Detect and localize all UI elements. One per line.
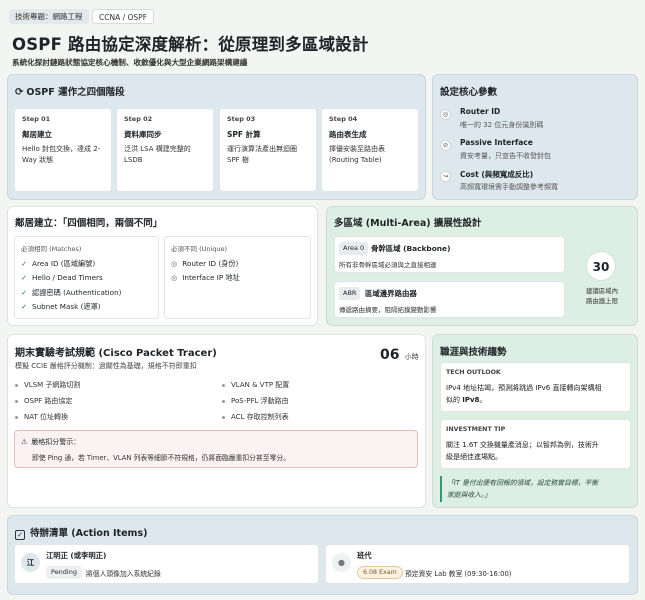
- refresh-icon: ⟳: [15, 87, 24, 98]
- step-desc: 擇優安裝至路由表 (Routing Table): [329, 145, 385, 164]
- step-label: Step 04: [329, 115, 358, 123]
- step-card: Step 04 路由表生成 擇優安裝至路由表 (Routing Table): [321, 108, 419, 192]
- phases-heading: ⟳ OSPF 運作之四個階段: [15, 87, 125, 98]
- param-title: Cost (與頻寬成反比): [460, 170, 534, 179]
- tip-title: INVESTMENT TIP: [446, 426, 506, 433]
- circle-dot-icon: ◎: [171, 259, 178, 268]
- warning-title: ⚠ 嚴格扣分警示：: [21, 438, 81, 446]
- step-name: 路由表生成: [329, 130, 367, 139]
- check-icon: ✓: [21, 259, 28, 268]
- exam-item: NAT 位址轉換: [15, 412, 68, 422]
- quote-text: 「IT 是付出便有回報的領域，設定務實目標，平衡 家庭與收入。」: [447, 479, 599, 499]
- param-title: Router ID: [460, 107, 501, 116]
- target-icon: ◎: [440, 109, 451, 120]
- exam-item: ACL 存取控制列表: [222, 412, 289, 422]
- area0-desc: 所有非骨幹區域必須與之直接相連: [339, 261, 437, 269]
- router-limit-label: 建議區域內 路由器上限: [586, 287, 618, 305]
- tip-text: 關注 1.6T 交換機量產消息；以智邦為例，技術升 級是絕佳進場點。: [446, 441, 599, 461]
- action-desc: 將個人頭像加入系統紀錄: [86, 570, 161, 578]
- step-name: SPF 計算: [227, 130, 261, 139]
- check-icon: ✓: [21, 302, 28, 311]
- router-limit-badge: 30: [586, 251, 616, 281]
- abr-title: 區域邊界路由器: [365, 289, 417, 298]
- actions-heading: ✓ 待辦清單 (Action Items): [15, 525, 147, 540]
- exam-item: VLSM 子網路切割: [15, 380, 80, 390]
- multi-area-heading: 多區域 (Multi-Area) 擴展性設計: [334, 218, 482, 229]
- block-icon: ⊘: [440, 140, 451, 151]
- exam-heading: 期末實驗考試規範 (Cisco Packet Tracer): [15, 348, 217, 359]
- action-desc: 預定資安 Lab 教室 (09:30-16:00): [405, 570, 512, 578]
- exam-subheading: 模擬 CCIE 嚴格評分機制：過關性為基礎，規格不符即重扣: [15, 362, 197, 370]
- exam-item: OSPF 路由協定: [15, 396, 72, 406]
- status-badge: Pending: [46, 566, 82, 579]
- exam-item: PoS-PFL 浮動路由: [222, 396, 289, 406]
- match-item: ✓ Hello / Dead Timers: [21, 273, 103, 282]
- circle-dot-icon: ◎: [171, 273, 178, 282]
- quote-bar: [440, 476, 442, 502]
- unique-title: 必須不同 (Unique): [171, 245, 228, 253]
- step-card: Step 02 資料庫同步 泛洪 LSA 構建完整的 LSDB: [116, 108, 214, 192]
- area0-title: 骨幹區域 (Backbone): [371, 244, 451, 253]
- outlook-title: TECH OUTLOOK: [446, 369, 501, 376]
- warning-text: 即使 Ping 通，若 Timer、VLAN 列表等細節不符規格，仍將面臨嚴重扣…: [32, 454, 290, 462]
- param-desc: 高頻寬環境需手動調整參考頻寬: [460, 183, 558, 191]
- match-item: ✓ Subnet Mask (遮罩): [21, 302, 101, 311]
- param-desc: 資安考量，只宣告不收發封包: [460, 152, 551, 160]
- action-name: 江明正 (或李明正): [46, 551, 107, 560]
- match-item: ✓ Area ID (區域編號): [21, 259, 96, 268]
- page-subtitle: 系統化探討鏈路狀態協定核心機制、收斂優化與大型企業網路架構建議: [12, 58, 248, 67]
- avatar: 江: [21, 553, 40, 572]
- warning-box: [14, 430, 418, 468]
- checkbox-icon: ✓: [15, 530, 25, 540]
- match-item: ✓ 認證密碼 (Authentication): [21, 288, 122, 297]
- career-heading: 職涯與技術趨勢: [440, 347, 507, 358]
- params-heading: 設定核心參數: [440, 87, 498, 98]
- step-label: Step 02: [124, 115, 153, 123]
- topic-tag: 技術專題：網路工程: [9, 9, 89, 24]
- exam-item: VLAN & VTP 配置: [222, 380, 289, 390]
- step-card: Step 03 SPF 計算 運行演算法產出無迴圈 SPF 樹: [219, 108, 317, 192]
- page-title: OSPF 路由協定深度解析：從原理到多區域設計: [12, 35, 369, 54]
- abr-desc: 傳遞路由摘要，阻隔拓撲變動影響: [339, 306, 437, 314]
- abr-badge: ABR: [339, 287, 361, 300]
- check-icon: ✓: [21, 273, 28, 282]
- step-card: Step 01 鄰居建立 Hello 封包交換，達成 2-Way 狀態: [14, 108, 112, 192]
- exam-duration: 06 小時: [380, 347, 419, 363]
- trend-icon: ↝: [440, 171, 451, 182]
- exam-date-badge: 6.08 Exam: [357, 566, 403, 579]
- step-name: 資料庫同步: [124, 130, 162, 139]
- user-icon: ●: [332, 553, 351, 572]
- step-desc: 泛洪 LSA 構建完整的 LSDB: [124, 145, 191, 164]
- area0-badge: Area 0: [339, 242, 369, 255]
- param-title: Passive Interface: [460, 138, 533, 147]
- neighbor-heading: 鄰居建立：「四個相同，兩個不同」: [15, 218, 163, 229]
- param-desc: 唯一的 32 位元身份識別碼: [460, 121, 544, 129]
- action-name: 班代: [357, 551, 372, 560]
- step-name: 鄰居建立: [22, 130, 52, 139]
- step-desc: 運行演算法產出無迴圈 SPF 樹: [227, 145, 297, 164]
- warning-icon: ⚠: [21, 438, 28, 446]
- check-icon: ✓: [21, 288, 28, 297]
- matches-title: 必須相同 (Matches): [21, 245, 82, 253]
- unique-item: ◎ Interface IP 地址: [171, 273, 240, 282]
- outlook-text: IPv4 地址枯竭，預測將跳過 IPv6 直接轉向架構相 似的 IPv8。: [446, 384, 602, 404]
- step-desc: Hello 封包交換，達成 2-Way 狀態: [22, 145, 101, 164]
- step-label: Step 01: [22, 115, 51, 123]
- step-label: Step 03: [227, 115, 256, 123]
- unique-item: ◎ Router ID (身份): [171, 259, 239, 268]
- cert-tag: CCNA / OSPF: [92, 9, 155, 24]
